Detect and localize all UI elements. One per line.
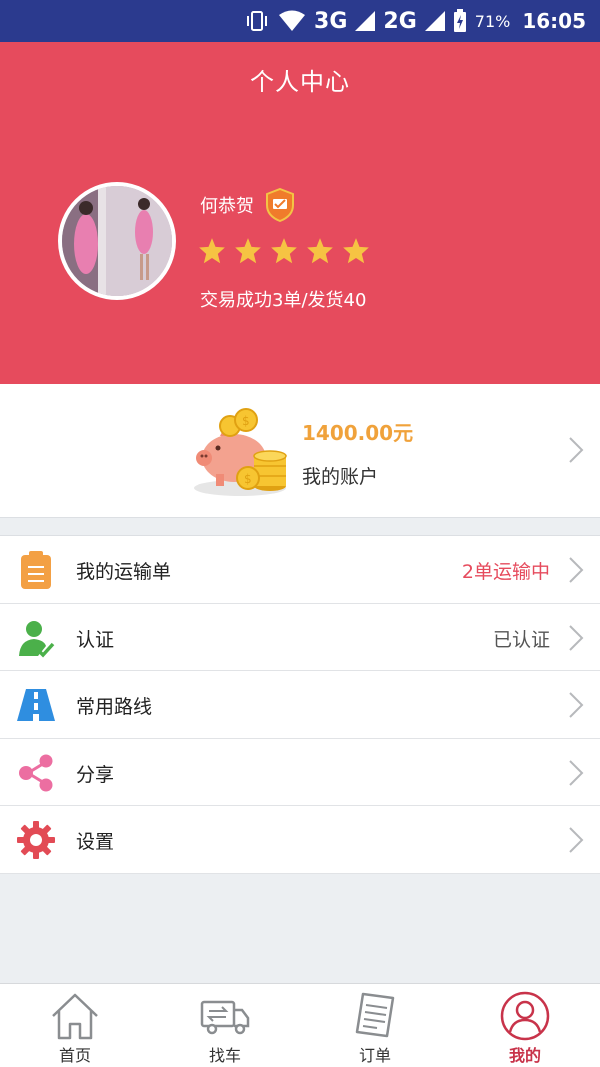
page-title: 个人中心 [250,68,350,96]
svg-text:$: $ [242,414,250,428]
signal-icon [424,11,445,31]
tab-label: 我的 [508,1046,541,1065]
piggy-bank-icon: $ $ [194,408,287,496]
star-icon [343,238,369,264]
chevron-right-icon [569,692,584,718]
verification-status: 已认证 [492,628,550,651]
profile-header: 个人中心 何恭贺 交易成功3单/发货40 [0,42,600,384]
account-balance: 1400.00元 [302,421,414,445]
road-icon [17,689,55,722]
menu-label: 认证 [76,628,115,651]
account-label: 我的账户 [302,466,379,488]
menu-list: 我的运输单 2单运输中 认证 已认证 常用路线 分享 设置 [0,535,600,874]
menu-item-settings[interactable]: 设置 [0,806,600,874]
avatar[interactable] [58,182,176,300]
trade-summary: 交易成功3单/发货40 [200,290,367,311]
truck-icon [200,1000,250,1035]
tab-home[interactable]: 首页 [0,984,150,1067]
bottom-tab-bar: 首页 找车 订单 我的 [0,983,600,1067]
menu-label: 我的运输单 [76,561,172,583]
menu-item-frequent-routes[interactable]: 常用路线 [0,671,600,739]
chevron-right-icon [569,557,584,583]
menu-item-share[interactable]: 分享 [0,739,600,807]
gear-icon [17,821,55,860]
rating-stars [198,237,370,265]
my-account-row[interactable]: $ $ 1400.00元 我的账户 [0,384,600,518]
star-icon [271,238,297,264]
network-2g: 2G [383,8,417,34]
home-icon [52,993,98,1040]
star-icon [199,238,225,264]
menu-label: 设置 [76,831,115,854]
wifi-icon [279,10,306,31]
svg-text:$: $ [244,472,252,486]
tab-orders[interactable]: 订单 [300,984,450,1067]
user-name: 何恭贺 [200,196,254,217]
user-icon [500,991,550,1041]
user-check-icon [19,620,55,658]
menu-item-transport-orders[interactable]: 我的运输单 2单运输中 [0,536,600,604]
tab-label: 订单 [358,1046,391,1065]
network-3g: 3G [314,8,348,34]
star-icon [235,238,261,264]
tab-label: 找车 [208,1046,241,1065]
order-icon [355,992,395,1038]
tab-mine[interactable]: 我的 [450,984,600,1067]
menu-item-verification[interactable]: 认证 已认证 [0,604,600,672]
share-icon [19,754,53,792]
battery-icon [453,9,466,32]
clock: 16:05 [522,9,586,33]
menu-label: 常用路线 [76,696,153,719]
chevron-right-icon [569,827,584,854]
chevron-right-icon [569,437,584,463]
tab-find-truck[interactable]: 找车 [150,984,300,1067]
vibrate-icon [247,11,268,31]
tab-label: 首页 [58,1046,91,1065]
chevron-right-icon [569,624,584,651]
verified-badge-icon [266,188,294,222]
battery-percent: 71% [474,11,511,31]
transport-status: 2单运输中 [461,561,550,583]
clipboard-icon [21,551,51,589]
menu-label: 分享 [76,763,115,786]
signal-icon [355,11,376,31]
chevron-right-icon [569,760,584,786]
status-bar: 3G 2G 71% 16:05 [0,0,600,42]
star-icon [307,238,333,264]
